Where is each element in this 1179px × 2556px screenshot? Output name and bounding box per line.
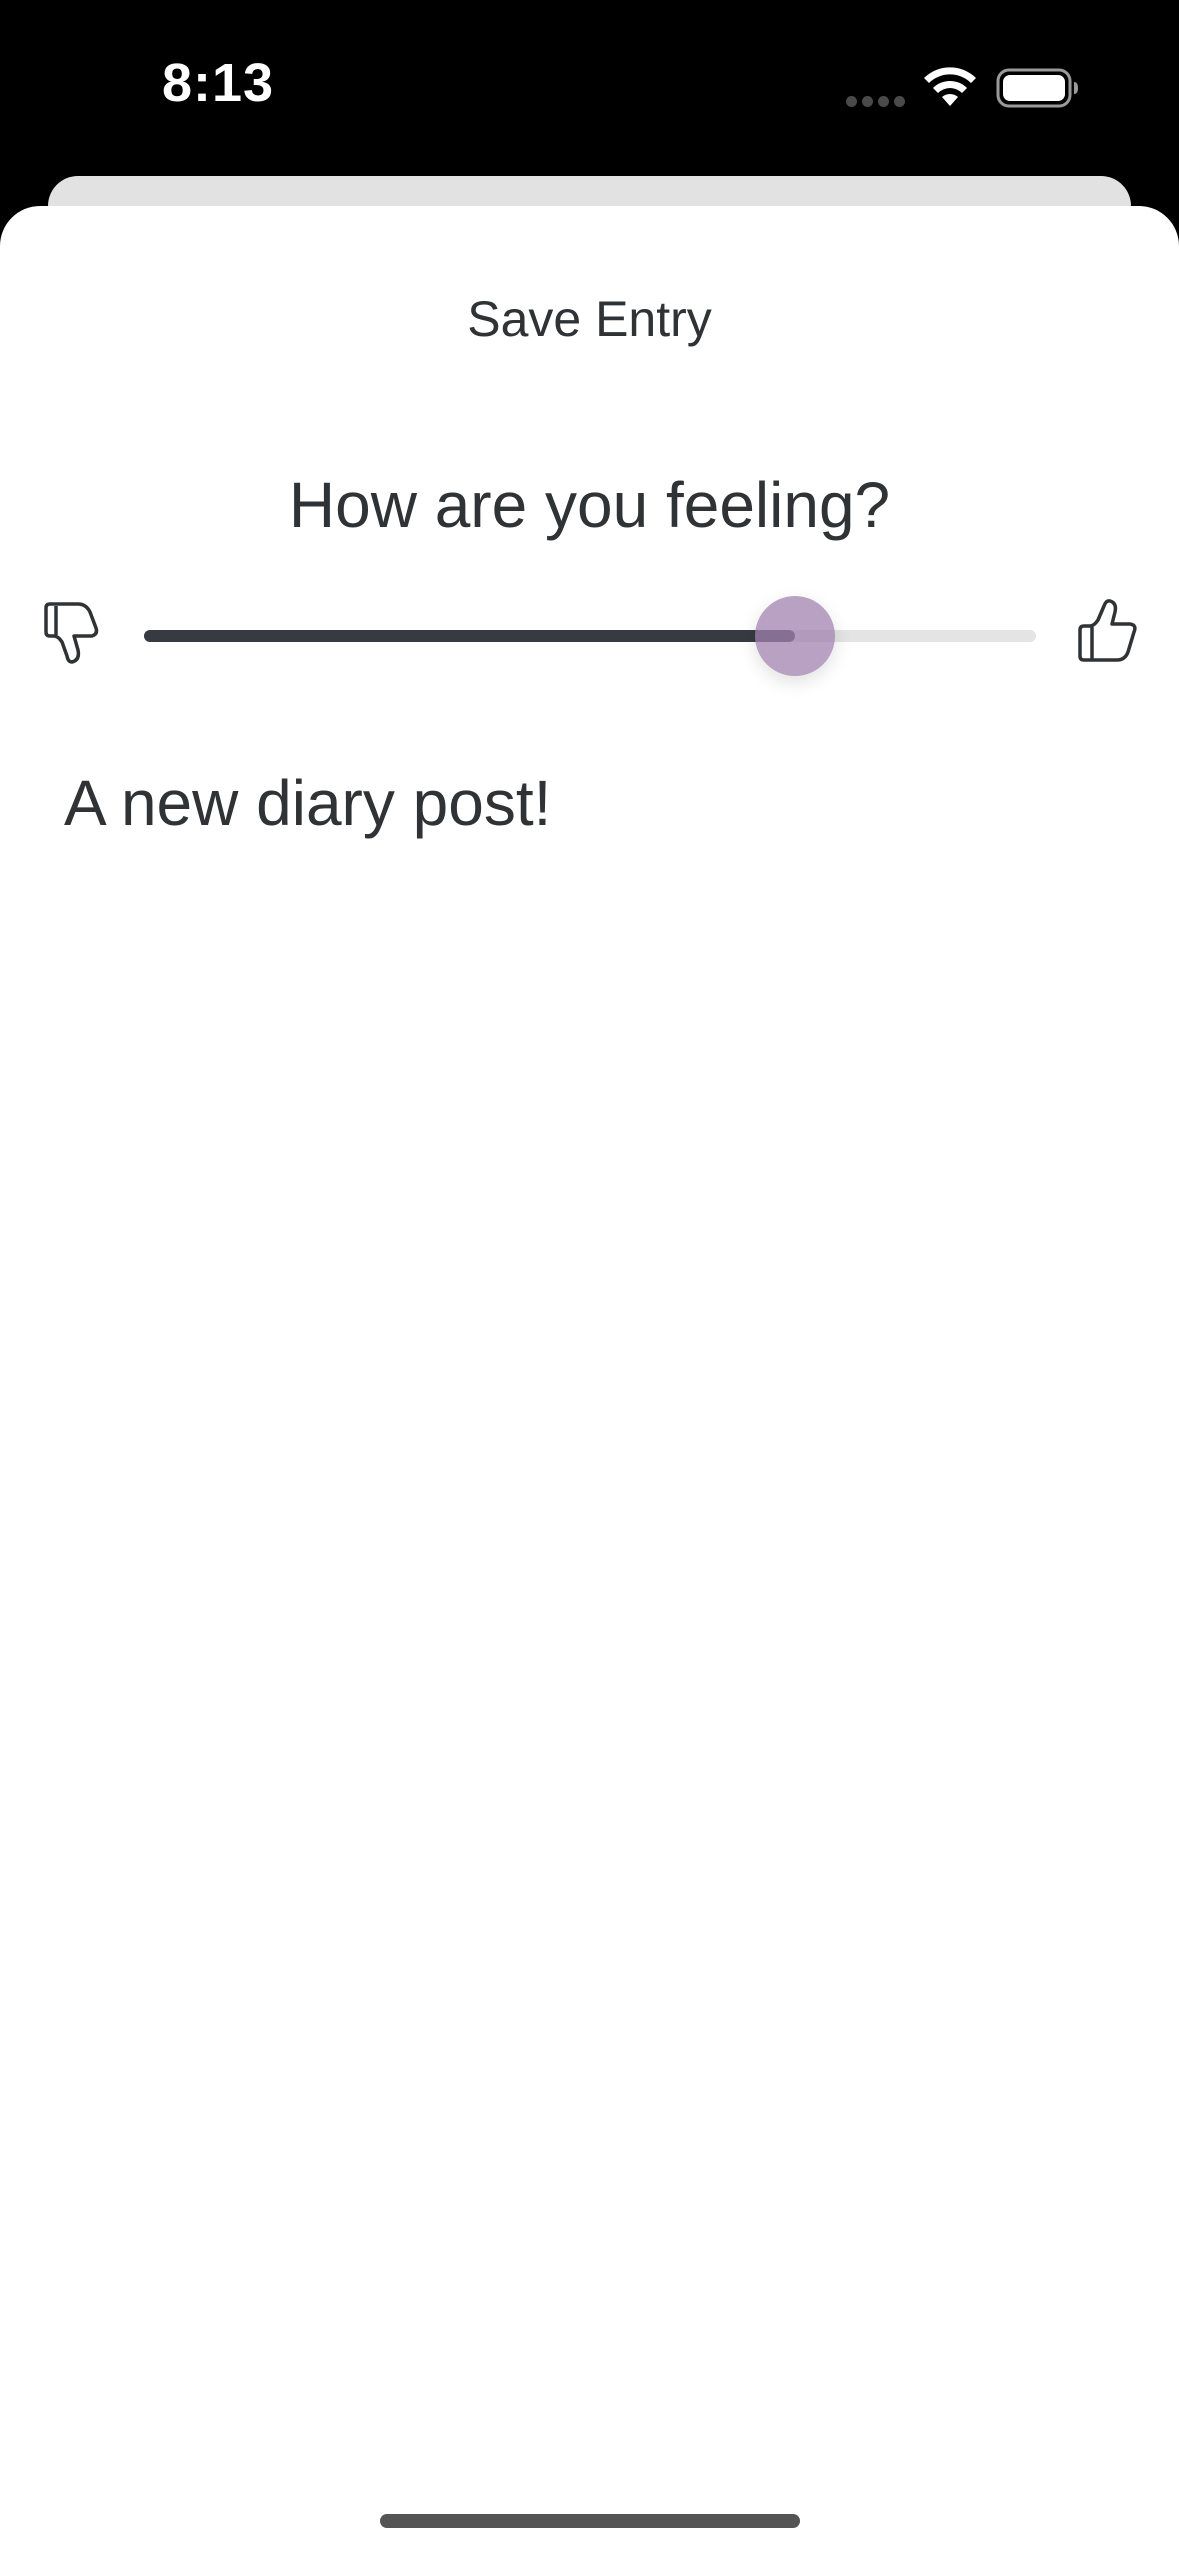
mood-slider[interactable] — [144, 590, 1036, 682]
entry-sheet: Save Entry How are you feeling? A new di… — [0, 206, 1179, 2556]
slider-thumb[interactable] — [755, 596, 835, 676]
status-bar: 8:13 — [0, 0, 1179, 176]
slider-fill — [144, 630, 795, 642]
thumbs-up-icon[interactable] — [1070, 596, 1142, 668]
thumbs-down-icon[interactable] — [38, 598, 108, 668]
status-time: 8:13 — [162, 53, 275, 113]
feeling-question: How are you feeling? — [288, 469, 891, 541]
save-entry-button[interactable]: Save Entry — [0, 290, 1179, 348]
app-screen: 8:13 Save Entry How are you feeling? A n… — [0, 0, 1179, 2556]
cellular-dots-icon — [846, 96, 906, 108]
battery-icon — [996, 68, 1078, 108]
entry-text-field[interactable]: A new diary post! — [64, 766, 1114, 840]
wifi-icon — [924, 67, 976, 106]
home-indicator[interactable] — [380, 2514, 800, 2528]
